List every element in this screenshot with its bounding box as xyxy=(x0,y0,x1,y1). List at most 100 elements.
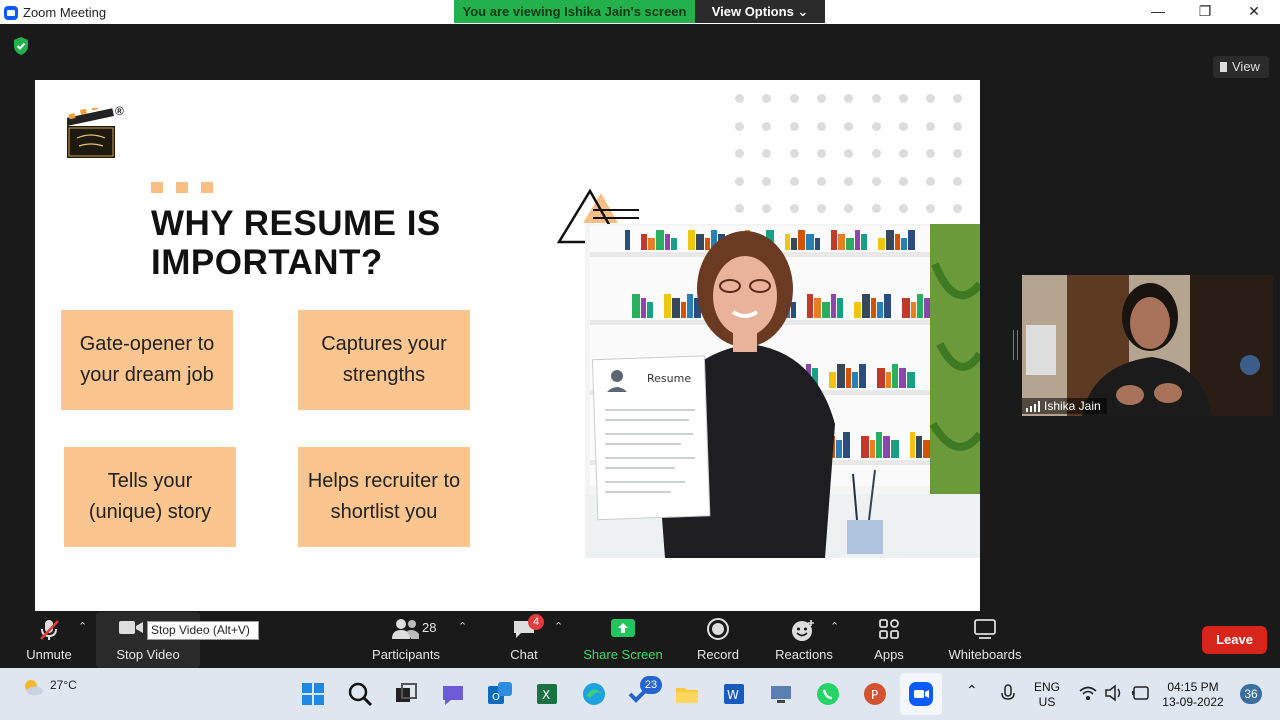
benefit-card: Helps recruiter to shortlist you xyxy=(298,447,470,547)
decor-dot xyxy=(926,149,936,158)
book-spine xyxy=(876,432,882,458)
book-spine xyxy=(923,440,930,458)
minimize-button[interactable]: — xyxy=(1150,3,1166,19)
participant-video-tile[interactable]: Ishika Jain xyxy=(1022,275,1273,416)
windows-taskbar: 27°C O X 23 W P ⌃ ENG US 04:15 PM 13-09-… xyxy=(0,668,1280,720)
weather-widget[interactable]: 27°C xyxy=(22,678,77,696)
whatsapp-icon[interactable] xyxy=(814,680,842,708)
book-spine xyxy=(672,298,680,318)
book-spine xyxy=(806,234,814,250)
book-spine xyxy=(647,302,653,318)
volume-icon[interactable] xyxy=(1104,684,1124,702)
file-explorer-icon[interactable] xyxy=(673,680,701,708)
chat-button[interactable]: 4 Chat xyxy=(498,612,550,668)
wifi-icon[interactable] xyxy=(1078,684,1098,702)
powerpoint-icon[interactable]: P xyxy=(861,680,889,708)
chat-options-chevron-icon[interactable]: ⌃ xyxy=(554,620,563,633)
book-spine xyxy=(886,372,891,388)
decor-dot xyxy=(816,204,826,213)
chat-label: Chat xyxy=(510,647,538,662)
dot-grid-decoration xyxy=(735,94,975,214)
task-view-icon[interactable] xyxy=(392,680,420,708)
outlook-icon[interactable]: O xyxy=(486,680,514,708)
unmute-button[interactable]: Unmute xyxy=(18,612,80,668)
remote-desktop-icon[interactable] xyxy=(767,680,795,708)
battery-icon[interactable] xyxy=(1130,684,1152,702)
view-options-button[interactable]: View Options ⌄ xyxy=(695,0,825,23)
book-spine xyxy=(846,238,854,250)
book-spine xyxy=(871,298,876,318)
zoom-taskbar-active[interactable] xyxy=(900,673,942,715)
record-icon xyxy=(707,618,729,640)
record-label: Record xyxy=(697,647,739,662)
show-hidden-icons-chevron-icon[interactable]: ⌃ xyxy=(966,683,978,698)
registered-mark: ® xyxy=(115,104,124,118)
notification-count-badge[interactable]: 36 xyxy=(1240,684,1262,704)
book-spine xyxy=(791,238,797,250)
book-spine xyxy=(884,294,891,318)
resume-label: Resume xyxy=(647,372,691,385)
book-spine xyxy=(687,294,693,318)
book-spine xyxy=(641,298,646,318)
woman-holding-resume-photo: Resume xyxy=(585,224,980,558)
security-shield-icon[interactable] xyxy=(12,36,30,56)
search-icon[interactable] xyxy=(346,680,374,708)
decor-dot xyxy=(953,204,963,213)
language-indicator[interactable]: ENG US xyxy=(1034,680,1060,710)
decor-dot xyxy=(735,204,744,213)
participants-options-chevron-icon[interactable]: ⌃ xyxy=(458,620,467,633)
decor-dot xyxy=(871,121,881,131)
apps-button[interactable]: Apps xyxy=(866,612,912,668)
book-spine xyxy=(791,302,796,318)
teams-chat-icon[interactable] xyxy=(439,680,467,708)
stop-video-label: Stop Video xyxy=(116,647,180,662)
view-button[interactable]: View xyxy=(1213,56,1269,78)
decor-dot xyxy=(871,204,881,213)
clock-date: 13-09-2022 xyxy=(1162,695,1224,709)
decor-dot xyxy=(816,176,826,186)
unmute-label: Unmute xyxy=(26,647,72,662)
whiteboards-button[interactable]: Whiteboards xyxy=(946,612,1024,668)
decor-dot xyxy=(898,94,908,103)
book-spine xyxy=(902,298,910,318)
decor-dot xyxy=(844,94,854,103)
book-spine xyxy=(836,440,842,458)
participants-icon xyxy=(392,619,419,639)
book-spine xyxy=(814,298,821,318)
share-screen-button[interactable]: Share Screen xyxy=(582,612,664,668)
clock[interactable]: 04:15 PM 13-09-2022 xyxy=(1160,680,1226,710)
excel-icon[interactable]: X xyxy=(533,680,561,708)
todo-badge: 23 xyxy=(640,676,662,694)
reactions-button[interactable]: Reactions xyxy=(770,612,838,668)
book-spine xyxy=(843,432,850,458)
book-spine xyxy=(886,230,894,250)
viewing-screen-banner: You are viewing Ishika Jain's screen xyxy=(454,0,695,23)
decor-dot xyxy=(871,176,881,186)
audio-options-chevron-icon[interactable]: ⌃ xyxy=(78,620,87,633)
leave-button[interactable]: Leave xyxy=(1202,626,1267,654)
word-icon[interactable]: W xyxy=(720,680,748,708)
book-spine xyxy=(688,230,695,250)
video-camera-icon xyxy=(119,621,143,634)
book-spine xyxy=(831,230,837,250)
book-spine xyxy=(681,302,686,318)
resize-handle[interactable] xyxy=(1013,330,1018,360)
participants-count: 28 xyxy=(422,620,437,635)
microphone-tray-icon[interactable] xyxy=(1000,684,1016,704)
decor-dot xyxy=(926,176,936,186)
book-spine xyxy=(859,364,866,388)
record-button[interactable]: Record xyxy=(690,612,746,668)
book-spine xyxy=(899,368,906,388)
book-spine xyxy=(878,238,885,250)
close-button[interactable]: ✕ xyxy=(1246,3,1262,19)
reactions-options-chevron-icon[interactable]: ⌃ xyxy=(830,620,839,633)
decor-dot xyxy=(762,204,772,213)
windows-start-icon[interactable] xyxy=(299,680,327,708)
book-spine xyxy=(837,298,843,318)
maximize-button[interactable]: ❐ xyxy=(1197,3,1213,19)
book-spine xyxy=(861,436,869,458)
edge-browser-icon[interactable] xyxy=(580,680,608,708)
book-spine xyxy=(696,234,704,250)
smiley-face-icon xyxy=(792,620,814,641)
participants-button[interactable]: 28 Participants xyxy=(366,612,446,668)
